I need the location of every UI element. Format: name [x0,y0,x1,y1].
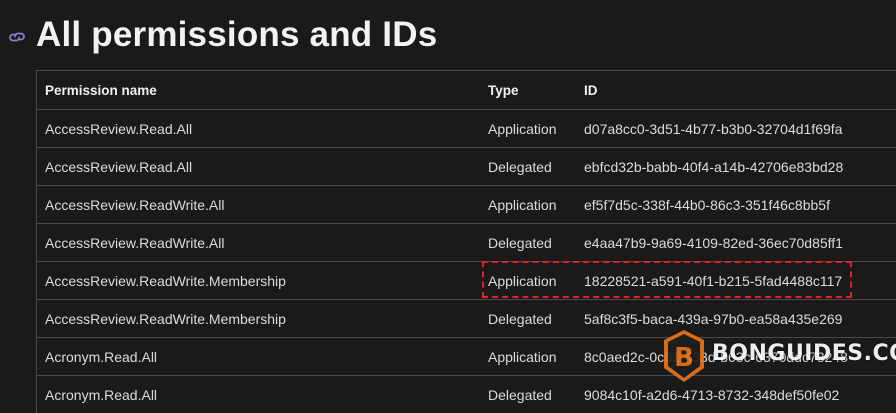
type-cell: Application [480,337,576,376]
watermark-text: BONGUIDES.COM [712,340,896,366]
column-header-permission-name: Permission name [45,82,157,98]
page-heading: All permissions and IDs [8,10,437,60]
permission-name-cell: AccessReview.ReadWrite.All [37,223,480,262]
id-cell: d07a8cc0-3d51-4b77-b3b0-32704d1f69fa [576,109,896,148]
type-cell: Application [480,109,576,148]
type-cell: Delegated [480,223,576,262]
id-cell: ebfcd32b-babb-40f4-a14b-42706e83bd28 [576,147,896,186]
permission-name-cell: Acronym.Read.All [37,337,480,376]
permission-name-cell: AccessReview.Read.All [37,109,480,148]
watermark-logo: B [664,330,704,382]
type-cell: Delegated [480,375,576,413]
permission-name-cell: Acronym.Read.All [37,375,480,413]
column-header-id: ID [584,82,598,98]
page-title: All permissions and IDs [36,15,438,54]
type-cell: Delegated [480,147,576,186]
id-cell: e4aa47b9-9a69-4109-82ed-36ec70d85ff1 [576,223,896,262]
watermark: B BONGUIDES.COM [660,326,896,386]
permission-name-cell: AccessReview.ReadWrite.Membership [37,261,480,300]
svg-text:B: B [674,343,694,373]
permission-name-cell: AccessReview.Read.All [37,147,480,186]
id-cell: ef5f7d5c-338f-44b0-86c3-351f46c8bb5f [576,185,896,224]
page: All permissions and IDs Permission name … [0,0,896,413]
table-row: AccessReview.ReadWrite.All Application e… [37,185,896,224]
table-header-row: Permission name Type ID [37,71,896,110]
link-icon[interactable] [8,28,26,46]
type-cell: Application [480,261,576,300]
permission-name-cell: AccessReview.ReadWrite.All [37,185,480,224]
table-row: AccessReview.ReadWrite.All Delegated e4a… [37,223,896,262]
table-row-highlighted: AccessReview.ReadWrite.Membership Applic… [37,261,896,300]
table-row: AccessReview.Read.All Application d07a8c… [37,109,896,148]
permission-name-cell: AccessReview.ReadWrite.Membership [37,299,480,338]
column-header-type: Type [488,82,519,98]
id-cell: 18228521-a591-40f1-b215-5fad4488c117 [576,261,896,300]
type-cell: Delegated [480,299,576,338]
type-cell: Application [480,185,576,224]
table-row: AccessReview.Read.All Delegated ebfcd32b… [37,147,896,186]
